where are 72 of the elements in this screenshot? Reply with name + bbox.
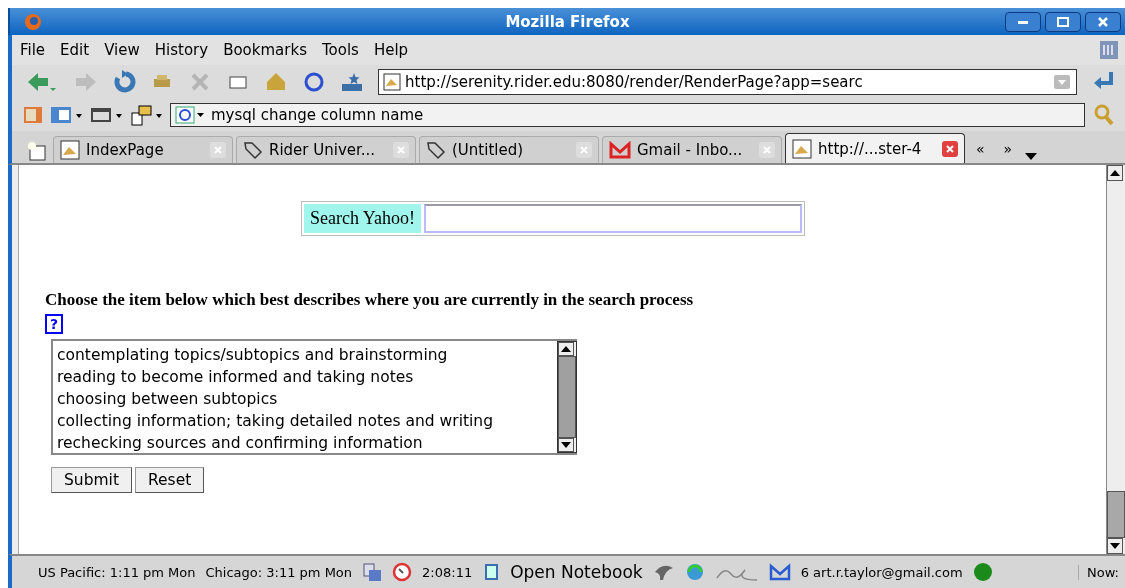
search-text: mysql change column name [211, 106, 424, 124]
help-link[interactable]: ? [45, 314, 64, 334]
reload-button[interactable] [112, 70, 136, 94]
page-scrollbar[interactable] [1106, 165, 1125, 554]
browser-tab[interactable]: IndexPage [53, 136, 233, 163]
throbber-icon [1099, 40, 1119, 60]
maximize-button[interactable] [1045, 11, 1081, 32]
form-button[interactable]: Reset [135, 467, 205, 493]
minimize-button[interactable] [1005, 11, 1041, 32]
menu-item[interactable]: Edit [60, 41, 90, 59]
sync-icon[interactable] [684, 562, 705, 582]
window-title: Mozilla Firefox [504, 12, 631, 31]
list-option[interactable]: collecting information; taking detailed notes and writing [57, 410, 553, 432]
open-notebook-link[interactable]: Open Notebook [510, 562, 643, 582]
list-option[interactable]: contemplating topics/subtopics and brainstorming [57, 344, 553, 366]
tab-close-icon[interactable] [942, 140, 958, 157]
list-option[interactable]: rechecking sources and confirming information [57, 432, 553, 454]
search-field[interactable]: mysql change column name [170, 103, 1085, 127]
address-text: http://serenity.rider.edu:8080/render/RenderPage?app=searc [405, 73, 864, 91]
search-input[interactable] [424, 204, 802, 233]
address-field[interactable]: http://serenity.rider.edu:8080/render/RenderPage?app=searc [378, 69, 1077, 95]
list-option[interactable]: choosing between subtopics [57, 388, 553, 410]
clock-text: US Pacific: 1:11 pm Mon [38, 564, 196, 580]
menu-item[interactable]: Tools [321, 41, 359, 59]
maximize-icon [1056, 16, 1070, 27]
window-dropdown-icon[interactable] [90, 105, 124, 125]
scroll-thumb[interactable] [1107, 491, 1125, 538]
page-favicon-icon [383, 73, 401, 91]
page-favicon-icon [60, 140, 80, 160]
menu-item[interactable]: Bookmarks [223, 41, 307, 59]
browser-tab[interactable]: http://...ster-4 [785, 133, 965, 163]
form-button[interactable]: Submit [51, 467, 132, 493]
floppy-icon[interactable] [362, 562, 383, 582]
search-label: Search Yahoo! [304, 204, 421, 233]
page-favicon-icon [792, 138, 812, 159]
gmail-account-text: 6 art.r.taylor@gmail.com [800, 564, 963, 580]
scroll-down-icon[interactable] [558, 438, 574, 452]
close-button[interactable] [1085, 11, 1121, 32]
menu-item[interactable]: File [20, 41, 46, 59]
now-text: Now: [1078, 564, 1119, 580]
list-scrollbar[interactable] [557, 341, 577, 453]
status-dot-icon [972, 562, 993, 582]
notebook-icon[interactable] [482, 562, 501, 582]
timer-text: 2:08:11 [422, 564, 473, 580]
sidebar-grip[interactable] [12, 165, 19, 554]
clock-text: Chicago: 3:11 pm Mon [205, 564, 353, 580]
browser-tab[interactable]: Rider Univer... [236, 136, 416, 163]
gmail-icon [609, 141, 631, 159]
scroll-up-icon[interactable] [1107, 165, 1123, 181]
firefox-logo-icon [24, 12, 42, 31]
scroll-thumb[interactable] [558, 356, 576, 438]
list-option[interactable]: reading to become informed and taking notes [57, 366, 553, 388]
tag-icon [426, 140, 446, 160]
sidebar-dropdown-icon[interactable] [50, 105, 84, 125]
browser-tab[interactable]: Gmail - Inbo... [602, 136, 782, 163]
browser-tab[interactable]: (Untitled) [419, 136, 599, 163]
scroll-up-icon[interactable] [558, 342, 574, 356]
stopwatch-icon[interactable] [392, 562, 413, 582]
mail-icon[interactable] [768, 563, 791, 581]
clipboard-dropdown-icon[interactable] [130, 104, 164, 126]
menu-item[interactable]: History [154, 41, 209, 59]
menu-item[interactable]: Help [373, 41, 409, 59]
question-text: Choose the item below which best describes where you are currently in the search process [45, 290, 695, 310]
tab-scroll-button[interactable]: « [968, 141, 993, 163]
menu-item[interactable]: View [104, 41, 140, 59]
scroll-down-icon[interactable] [1107, 538, 1123, 554]
tag-icon [243, 140, 263, 160]
close-icon [1096, 16, 1110, 27]
notebook-icon[interactable] [22, 104, 44, 126]
options-listbox[interactable] [51, 339, 577, 455]
dropdown-icon[interactable] [1054, 75, 1070, 89]
tab-scroll-button[interactable]: » [995, 141, 1021, 163]
